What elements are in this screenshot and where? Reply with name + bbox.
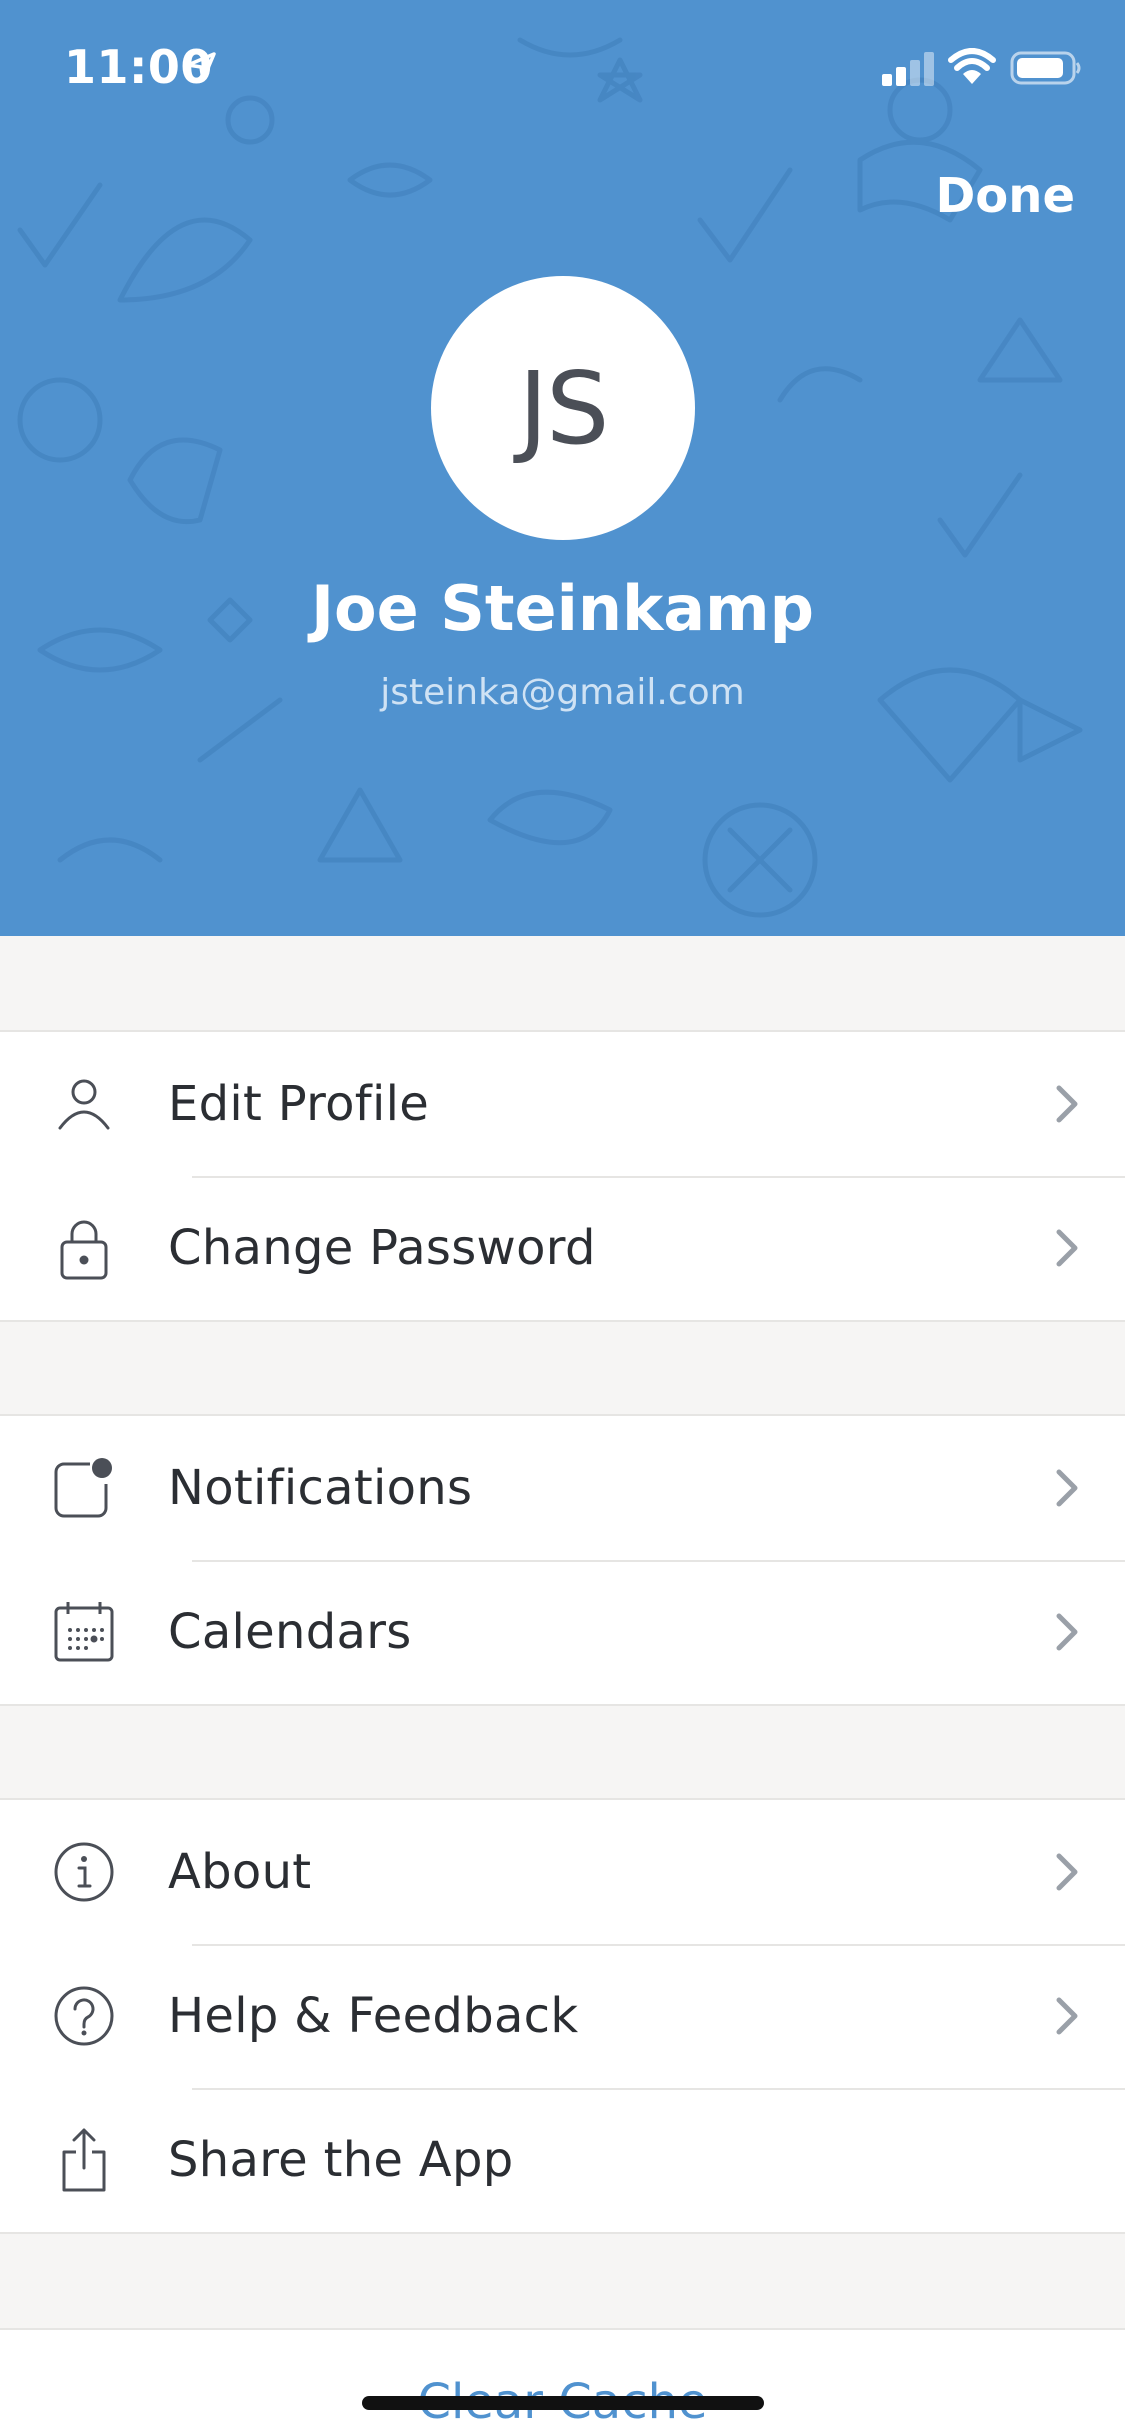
profile-header: 11:00 Done JS Joe Steinkamp jsteinka@gma… [0,0,1125,936]
user-name: Joe Steinkamp [310,572,815,645]
app-settings-group: Notifications Calendars [0,1414,1125,1706]
account-settings-group: Edit Profile Change Password [0,1030,1125,1322]
chevron-right-icon [1056,1853,1078,1891]
avatar-initials: JS [518,349,610,467]
menu-item-about[interactable]: About [0,1800,1125,1944]
chevron-right-icon [1056,1085,1078,1123]
chevron-right-icon [1056,1229,1078,1267]
share-icon [62,2128,106,2192]
menu-item-share-app[interactable]: Share the App [0,2088,1125,2232]
person-icon [58,1079,110,1130]
menu-item-help-feedback[interactable]: Help & Feedback [0,1944,1125,2088]
menu-item-edit-profile[interactable]: Edit Profile [0,1032,1125,1176]
lock-icon [60,1220,108,1280]
chevron-right-icon [1056,1997,1078,2035]
status-bar: 11:00 [0,0,1125,140]
menu-item-label: Change Password [168,1220,596,1276]
user-email: jsteinka@gmail.com [380,672,745,713]
profile-screen: 11:00 Done JS Joe Steinkamp jsteinka@gma… [0,0,1125,2436]
question-icon [54,1986,114,2046]
chevron-right-icon [1056,1613,1078,1651]
home-indicator[interactable] [362,2396,764,2410]
menu-item-notifications[interactable]: Notifications [0,1416,1125,1560]
menu-item-label: About [168,1844,312,1900]
menu-item-label: Edit Profile [168,1076,430,1132]
menu-item-calendars[interactable]: Calendars [0,1560,1125,1704]
menu-item-label: Calendars [168,1604,412,1660]
menu-item-label: Help & Feedback [168,1988,579,2044]
location-arrow-icon [186,52,216,82]
menu-item-label: Share the App [168,2132,514,2188]
menu-item-label: Notifications [168,1460,473,1516]
avatar[interactable]: JS [431,276,695,540]
clear-cache-section: Clear Cache [0,2328,1125,2436]
wifi-icon [948,48,996,84]
chevron-right-icon [1056,1469,1078,1507]
cellular-signal-icon [882,52,934,86]
battery-icon [1010,51,1081,85]
notification-badge-icon [54,1458,112,1518]
done-button[interactable]: Done [935,168,1075,224]
calendar-icon [54,1602,114,1662]
info-icon [54,1842,114,1902]
info-group: About Help & Feedback Share the App [0,1798,1125,2234]
menu-item-change-password[interactable]: Change Password [0,1176,1125,1320]
